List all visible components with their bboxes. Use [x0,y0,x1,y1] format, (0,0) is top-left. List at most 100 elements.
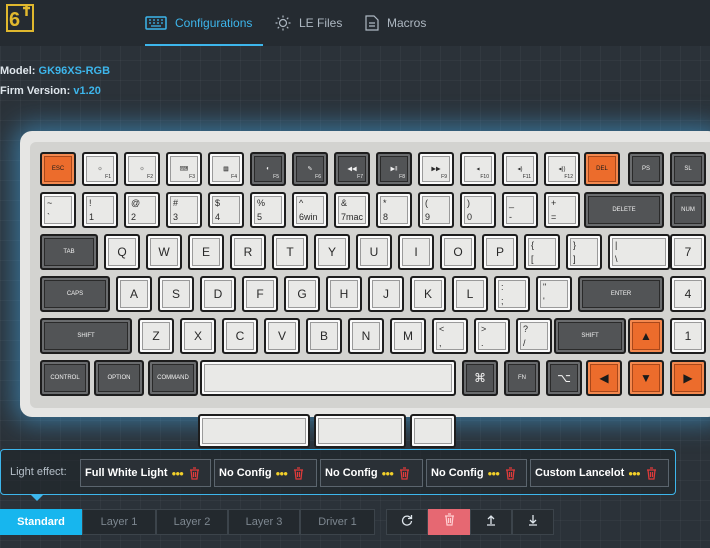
keyboard-key[interactable]: PS [628,152,664,186]
keyboard-key[interactable]: OPTION [94,360,144,396]
keyboard-key[interactable]: " ' [536,276,572,312]
keyboard-key[interactable]: D [200,276,236,312]
tab-macros[interactable]: Macros [365,0,445,46]
keyboard-key[interactable]: X [180,318,216,354]
keyboard-key[interactable]: ▼ [628,360,664,396]
keyboard-key[interactable]: U [356,234,392,270]
keyboard-key[interactable]: SHIFT [40,318,132,354]
keyboard-key[interactable]: C [222,318,258,354]
keyboard-key[interactable]: ) 0 [460,192,496,228]
keyboard-key[interactable]: P [482,234,518,270]
trash-icon[interactable] [505,466,516,480]
light-effect-slot[interactable]: No Config ●●● [426,459,527,487]
layer-tab-driver-1[interactable]: Driver 1 [300,509,375,535]
keyboard-key[interactable]: SHIFT [554,318,626,354]
download-button[interactable] [512,509,554,535]
keyboard-key[interactable]: + = [544,192,580,228]
keyboard-key[interactable]: * 8 [376,192,412,228]
delete-button[interactable] [428,509,470,535]
keyboard-key[interactable]: Z [138,318,174,354]
keyboard-key[interactable]: CAPS [40,276,110,312]
keyboard-key[interactable]: ⌥ [546,360,582,396]
keyboard-key[interactable] [314,414,406,448]
trash-icon[interactable] [646,466,657,480]
keyboard-key[interactable]: J [368,276,404,312]
more-icon[interactable]: ●●● [382,469,394,478]
keyboard-key[interactable]: (9 [418,192,454,228]
keyboard-key[interactable]: ◂)) F12 [544,152,580,186]
keyboard-key[interactable]: NUM [670,192,706,228]
keyboard-key[interactable]: ? / [516,318,552,354]
keyboard-key[interactable]: T [272,234,308,270]
keyboard-key[interactable]: ▶‖ F8 [376,152,412,186]
tab-le-files[interactable]: LE Files [275,0,355,46]
keyboard-key[interactable]: & 7mac [334,192,370,228]
keyboard-key[interactable] [198,414,310,448]
more-icon[interactable]: ●●● [276,469,288,478]
keyboard-key[interactable]: E [188,234,224,270]
keyboard-key[interactable]: ! 1 [82,192,118,228]
keyboard-key[interactable]: <, [432,318,468,354]
keyboard-key[interactable]: ~ ` [40,192,76,228]
layer-tab-standard[interactable]: Standard [0,509,82,535]
keyboard-key[interactable]: SL [670,152,706,186]
keyboard-key[interactable]: A [116,276,152,312]
keyboard-key[interactable]: 4 [670,276,706,312]
keyboard-key[interactable]: }] [566,234,602,270]
keyboard-key[interactable]: :; [494,276,530,312]
keyboard-key[interactable]: TAB [40,234,98,270]
light-effect-slot[interactable]: Custom Lancelot ●●● [530,459,669,487]
keyboard-key[interactable]: O [440,234,476,270]
tab-configurations[interactable]: Configurations [145,0,263,46]
layer-tab-3[interactable]: Layer 3 [228,509,300,535]
keyboard-key[interactable]: ▶ [670,360,706,396]
keyboard-key[interactable]: ⌨ F3 [166,152,202,186]
keyboard-key[interactable]: % 5 [250,192,286,228]
keyboard-key[interactable]: DELETE [584,192,664,228]
more-icon[interactable]: ●●● [171,469,183,478]
refresh-button[interactable] [386,509,428,535]
keyboard-key[interactable]: Y [314,234,350,270]
keyboard-key[interactable]: ☼ F2 [124,152,160,186]
keyboard-key[interactable]: M [390,318,426,354]
layer-tab-1[interactable]: Layer 1 [82,509,156,535]
keyboard-key[interactable]: Q [104,234,140,270]
keyboard-key[interactable]: ◂) F11 [502,152,538,186]
more-icon[interactable]: ●●● [628,469,640,478]
keyboard-key[interactable]: ◐ F5 [250,152,286,186]
keyboard-key[interactable]: ▲ [628,318,664,354]
keyboard-key[interactable]: ◀ [586,360,622,396]
keyboard-key[interactable]: | \ [608,234,670,270]
keyboard-key[interactable]: ⌘ [462,360,498,396]
keyboard-key[interactable]: N [348,318,384,354]
upload-button[interactable] [470,509,512,535]
keyboard-key[interactable]: I [398,234,434,270]
keyboard-key[interactable]: CONTROL [40,360,90,396]
keyboard-key[interactable]: R [230,234,266,270]
keyboard-key[interactable] [410,414,456,448]
light-effect-slot[interactable]: No Config ●●● [320,459,423,487]
keyboard-key[interactable]: V [264,318,300,354]
keyboard-key[interactable]: K [410,276,446,312]
keyboard-key[interactable]: F [242,276,278,312]
keyboard-key[interactable]: $4 [208,192,244,228]
keyboard-key[interactable]: S [158,276,194,312]
keyboard-key[interactable]: ^ 6win [292,192,328,228]
keyboard-key[interactable]: #3 [166,192,202,228]
keyboard-key[interactable]: ◀◀ F7 [334,152,370,186]
keyboard-key[interactable]: H [326,276,362,312]
trash-icon[interactable] [399,466,410,480]
keyboard-key[interactable]: G [284,276,320,312]
more-icon[interactable]: ●●● [488,469,500,478]
keyboard-key[interactable]: DEL [584,152,620,186]
keyboard-key[interactable]: {[ [524,234,560,270]
keyboard-key[interactable]: ✎ F6 [292,152,328,186]
keyboard-key[interactable]: ▶▶ F9 [418,152,454,186]
trash-icon[interactable] [189,466,200,480]
keyboard-key[interactable]: @2 [124,192,160,228]
light-effect-slot[interactable]: No Config ●●● [214,459,317,487]
keyboard-key[interactable]: COMMAND [148,360,198,396]
keyboard-key[interactable]: >. [474,318,510,354]
keyboard-key[interactable]: ESC [40,152,76,186]
keyboard-key[interactable]: ENTER [578,276,664,312]
